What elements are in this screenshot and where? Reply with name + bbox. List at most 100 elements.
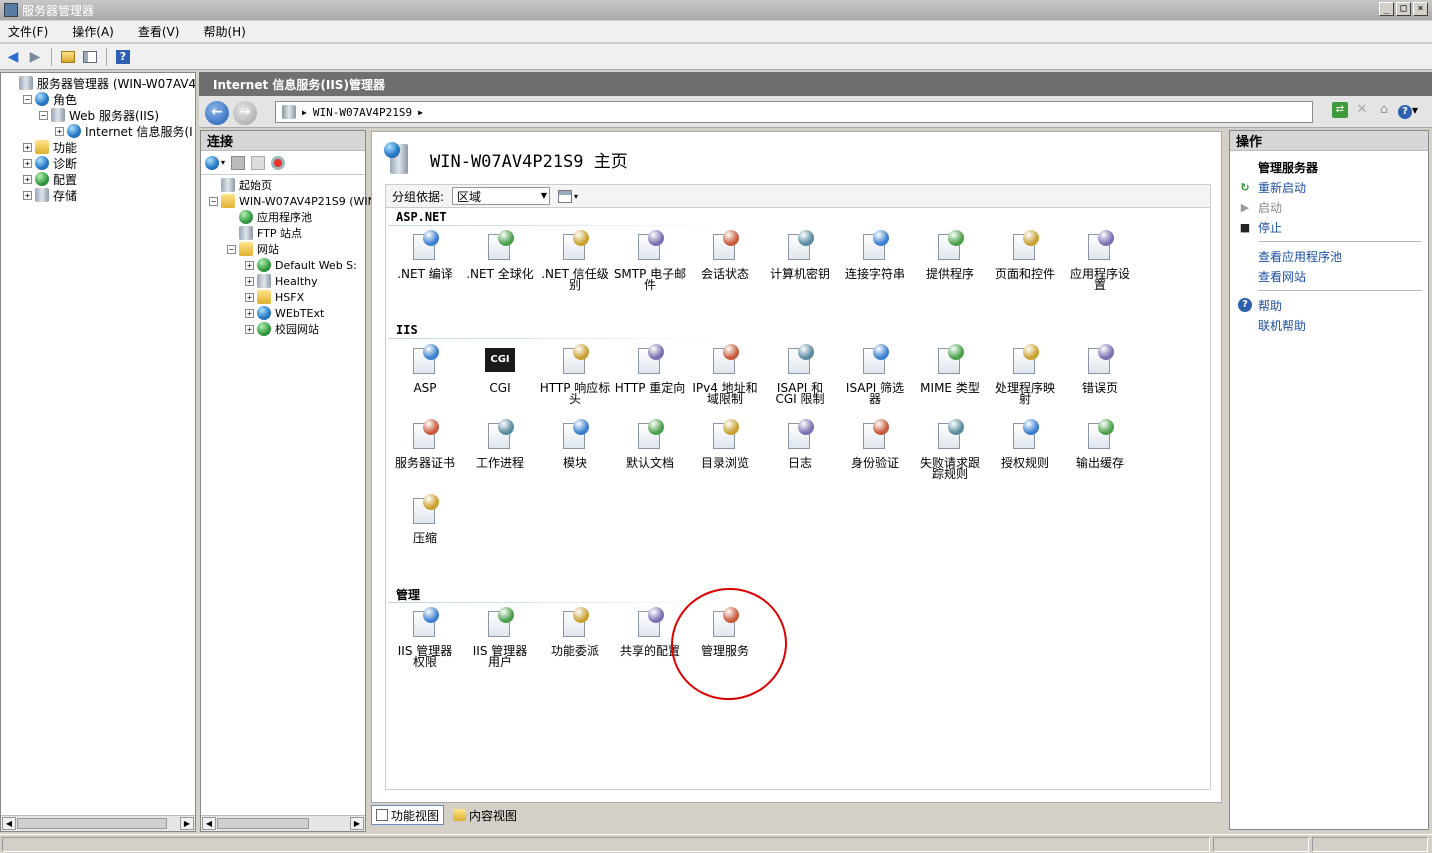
feature-compile[interactable]: .NET 编译 (388, 230, 462, 280)
feature-handler-mappings[interactable]: 处理程序映射 (988, 344, 1062, 405)
group-by-select[interactable]: 区域 ▼ (452, 187, 551, 205)
tree-expander-icon[interactable]: + (55, 126, 64, 136)
tree-item[interactable]: + 功能 (1, 139, 195, 155)
feature-smtp-email[interactable]: SMTP 电子邮件 (613, 230, 687, 291)
tree-expander-icon[interactable]: + (23, 174, 32, 184)
show-hide-tree-icon[interactable] (81, 48, 99, 66)
action-start-label[interactable]: 启动 (1258, 199, 1282, 216)
back-arrow-icon[interactable]: ◀ (4, 48, 22, 66)
view-mode-icon[interactable] (558, 189, 573, 203)
tree-item[interactable]: + HSFX (201, 289, 365, 305)
tree-item[interactable]: + WEbTExt (201, 305, 365, 321)
tree-item[interactable]: + 配置 (1, 171, 195, 187)
feature-modules[interactable]: 模块 (538, 419, 612, 469)
scroll-left-icon[interactable]: ◀ (202, 817, 216, 830)
feature-connection-string[interactable]: 连接字符串 (838, 230, 912, 280)
tree-item[interactable]: − WIN-W07AV4P21S9 (WIN (201, 193, 376, 209)
tree-expander-icon[interactable]: − (209, 196, 218, 206)
nav-forward-button[interactable]: → (233, 101, 257, 125)
feature-globalization[interactable]: .NET 全球化 (463, 230, 537, 280)
menu-file[interactable]: 文件(F) (4, 23, 52, 40)
tree-item[interactable]: + Default Web S: (201, 257, 365, 273)
feature-shared-configuration[interactable]: 共享的配置 (613, 607, 687, 657)
refresh-icon[interactable]: ⇄ (1332, 102, 1348, 118)
delete-connection-icon[interactable] (271, 155, 286, 170)
home-icon[interactable]: ⌂ (1376, 102, 1392, 118)
minimize-button[interactable]: _ (1379, 2, 1394, 16)
view-mode-dropdown-icon[interactable]: ▾ (574, 192, 578, 201)
action-help-label[interactable]: 帮助 (1258, 297, 1282, 314)
tree-expander-icon[interactable]: + (245, 260, 254, 270)
feature-isapi-filters[interactable]: ISAPI 筛选器 (838, 344, 912, 405)
connections-scrollbar[interactable]: ◀ ▶ (201, 815, 365, 831)
close-button[interactable]: × (1413, 2, 1428, 16)
tree-item[interactable]: − Web 服务器(IIS) (1, 107, 195, 123)
feature-worker-processes[interactable]: 工作进程 (463, 419, 537, 469)
feature-iis-manager-permissions[interactable]: IIS 管理器 权限 (388, 607, 462, 668)
action-online-help[interactable]: 联机帮助 (1238, 315, 1428, 335)
feature-server-certificates[interactable]: 服务器证书 (388, 419, 462, 469)
action-view-app-pools-label[interactable]: 查看应用程序池 (1258, 248, 1342, 265)
feature-pages-controls[interactable]: 页面和控件 (988, 230, 1062, 280)
tree-expander-icon[interactable]: − (39, 110, 48, 120)
action-start[interactable]: ▶ 启动 (1238, 197, 1428, 217)
action-restart[interactable]: ↻ 重新启动 (1238, 177, 1428, 197)
feature-directory-browsing[interactable]: 目录浏览 (688, 419, 762, 469)
tree-expander-icon[interactable]: + (245, 292, 254, 302)
feature-output-caching[interactable]: 输出缓存 (1063, 419, 1137, 469)
forward-arrow-icon[interactable]: ▶ (26, 48, 44, 66)
feature-compression[interactable]: 压缩 (388, 494, 462, 544)
tree-expander-icon[interactable]: + (245, 276, 254, 286)
feature-trust-level[interactable]: .NET 信任级别 (538, 230, 612, 291)
feature-session-state[interactable]: 会话状态 (688, 230, 762, 280)
scroll-thumb[interactable] (17, 818, 167, 829)
tree-expander-icon[interactable]: + (23, 158, 32, 168)
tree-item[interactable]: 服务器管理器 (WIN-W07AV4P21S (1, 75, 195, 91)
feature-authorization-rules[interactable]: 授权规则 (988, 419, 1062, 469)
feature-logging[interactable]: 日志 (763, 419, 837, 469)
tree-item[interactable]: + 诊断 (1, 155, 195, 171)
tree-expander-icon[interactable]: + (23, 190, 32, 200)
maximize-button[interactable]: □ (1396, 2, 1411, 16)
menu-help[interactable]: 帮助(H) (199, 23, 249, 40)
feature-app-settings[interactable]: 应用程序设置 (1063, 230, 1137, 291)
address-field[interactable]: ▶ WIN-W07AV4P21S9 ▶ (275, 101, 1313, 123)
up-icon[interactable] (251, 155, 266, 170)
tree-item[interactable]: − 角色 (1, 91, 195, 107)
tree-item[interactable]: FTP 站点 (201, 225, 365, 241)
feature-cgi[interactable]: CGI CGI (463, 344, 537, 394)
action-stop-label[interactable]: 停止 (1258, 219, 1282, 236)
feature-error-pages[interactable]: 错误页 (1063, 344, 1137, 394)
action-view-app-pools[interactable]: 查看应用程序池 (1238, 246, 1428, 266)
feature-management-service[interactable]: 管理服务 (688, 607, 762, 657)
scroll-thumb[interactable] (217, 818, 309, 829)
address-server[interactable]: WIN-W07AV4P21S9 (313, 106, 412, 119)
tree-item[interactable]: + Healthy (201, 273, 365, 289)
tree-item[interactable]: 起始页 (201, 177, 365, 193)
address-chevron[interactable]: ▶ (418, 108, 423, 117)
tree-expander-icon[interactable]: + (245, 324, 254, 334)
scroll-left-icon[interactable]: ◀ (2, 817, 16, 830)
up-folder-icon[interactable] (59, 48, 77, 66)
feature-ipv4-restrictions[interactable]: IPv4 地址和 域限制 (688, 344, 762, 405)
stop-icon[interactable]: ✕ (1354, 102, 1370, 118)
tree-expander-icon[interactable]: + (245, 308, 254, 318)
help-icon[interactable]: ? (114, 48, 132, 66)
feature-failed-request-tracing[interactable]: 失败请求跟 踪规则 (913, 419, 987, 480)
tree-item[interactable]: − 网站 (201, 241, 365, 257)
feature-machine-key[interactable]: 计算机密钥 (763, 230, 837, 280)
action-help[interactable]: ? 帮助 (1238, 295, 1428, 315)
feature-asp[interactable]: ASP (388, 344, 462, 394)
feature-feature-delegation[interactable]: 功能委派 (538, 607, 612, 657)
feature-providers[interactable]: 提供程序 (913, 230, 987, 280)
action-view-sites[interactable]: 查看网站 (1238, 266, 1428, 286)
nav-back-button[interactable]: ← (205, 101, 229, 125)
help-dropdown-icon[interactable]: ? ▾ (1398, 102, 1420, 119)
tree-expander-icon[interactable]: − (227, 244, 236, 254)
menu-view[interactable]: 查看(V) (134, 23, 184, 40)
feature-authentication[interactable]: 身份验证 (838, 419, 912, 469)
feature-mime-types[interactable]: MIME 类型 (913, 344, 987, 394)
tree-item[interactable]: + 校园网站 (201, 321, 365, 337)
save-icon[interactable] (231, 155, 246, 170)
feature-http-redirect[interactable]: HTTP 重定向 (613, 344, 687, 394)
